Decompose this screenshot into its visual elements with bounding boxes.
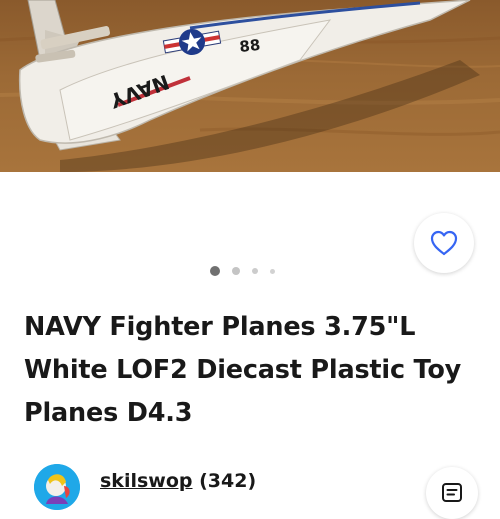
listing-photo[interactable]: 88 NAVY [0, 0, 500, 172]
avatar-image [34, 464, 80, 510]
message-icon [442, 483, 462, 502]
seller-name: skilswop (342) [100, 470, 256, 492]
carousel-dot[interactable] [252, 268, 258, 274]
heart-icon [430, 230, 458, 256]
carousel-dot[interactable] [270, 268, 275, 274]
seller-handle-link[interactable]: skilswop [100, 470, 193, 492]
listing-title: NAVY Fighter Planes 3.75"L White LOF2 Di… [24, 312, 462, 428]
carousel-dot[interactable] [232, 267, 240, 275]
seller-avatar[interactable] [34, 464, 80, 510]
seller-feedback-count: (342) [199, 470, 257, 492]
plane-number-marking: 88 [239, 36, 262, 56]
carousel-pagination [210, 266, 275, 276]
toy-plane-image: 88 NAVY [0, 0, 500, 172]
message-seller-button[interactable] [426, 467, 478, 519]
seller-row: skilswop (342) [30, 462, 478, 519]
carousel-dot-active[interactable] [210, 266, 220, 276]
watch-button[interactable] [414, 213, 474, 273]
